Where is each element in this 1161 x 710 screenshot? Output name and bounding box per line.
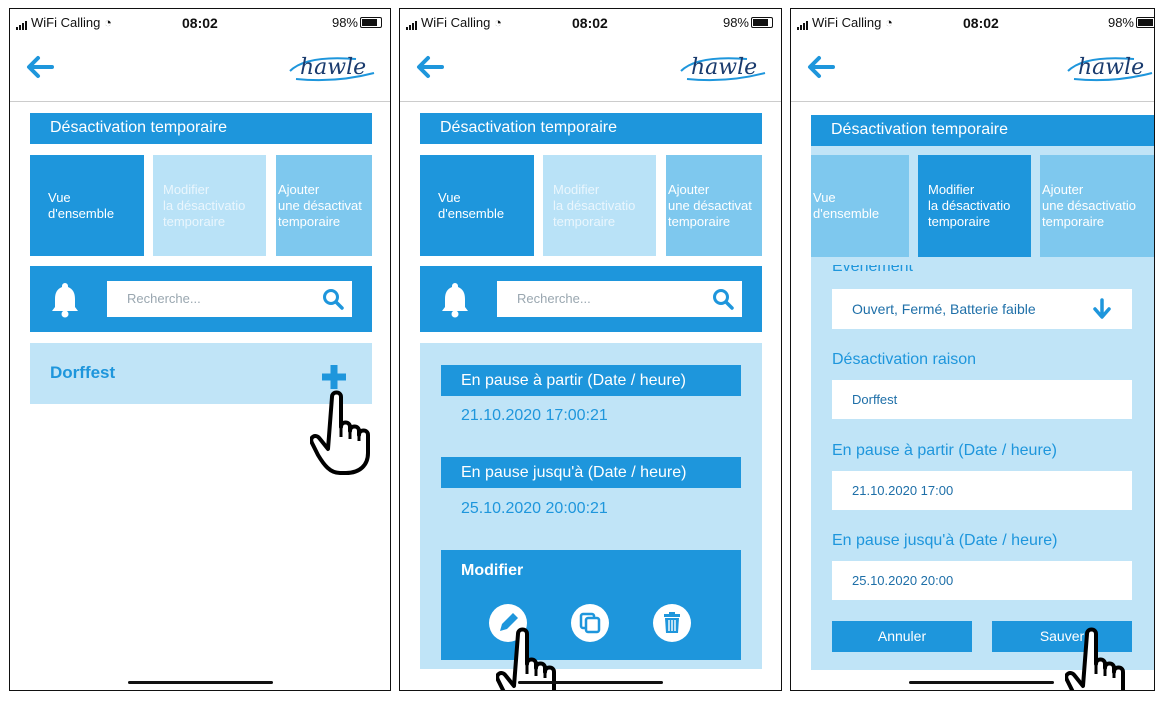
until-value: 25.10.2020 20:00 <box>852 573 954 588</box>
bell-icon[interactable] <box>440 280 470 318</box>
section-title: Désactivation temporaire <box>30 113 372 144</box>
form-scroll: Evénement Ouvert, Fermé, Batterie faible… <box>811 265 1154 675</box>
tab-modify-label: Modifier la désactivatio temporaire <box>163 181 246 229</box>
phone-screen-overview: WiFi Calling ◔ 08:02 98% hawle Désactiva… <box>9 8 391 691</box>
signal-icon <box>406 15 418 30</box>
carrier-label: WiFi Calling <box>421 15 491 30</box>
hawle-logo: hawle <box>1064 47 1154 87</box>
bell-icon[interactable] <box>50 280 80 318</box>
status-bar: WiFi Calling ◔ 08:02 98% <box>400 9 781 37</box>
tab-add[interactable]: Ajouter une désactivat temporaire <box>276 155 372 256</box>
tab-modify[interactable]: Modifier la désactivatio temporaire <box>918 155 1031 257</box>
signal-icon <box>16 15 28 30</box>
carrier-label: WiFi Calling <box>31 15 101 30</box>
arrow-down-icon[interactable] <box>1092 298 1112 320</box>
copy-icon[interactable] <box>571 604 609 642</box>
search-icon[interactable] <box>322 288 344 310</box>
tab-overview-label: Vue d'ensemble <box>48 189 115 221</box>
cancel-button[interactable]: Annuler <box>832 621 972 652</box>
reason-value: Dorffest <box>852 392 898 407</box>
hand-pointer-icon <box>310 390 370 475</box>
list-item-name: Dorffest <box>50 363 116 382</box>
home-indicator <box>128 681 273 684</box>
wifi-icon: ◔ <box>493 15 502 30</box>
hand-pointer-icon <box>1065 627 1125 690</box>
arrow-left-icon[interactable] <box>805 51 837 83</box>
tab-overview-label: Vue d'ensemble <box>438 189 505 221</box>
tab-overview[interactable]: Vue d'ensemble <box>420 155 534 256</box>
until-value: 25.10.2020 20:00:21 <box>461 500 608 517</box>
from-field[interactable]: 21.10.2020 17:00 <box>832 471 1132 510</box>
search-placeholder: Recherche... <box>127 291 201 306</box>
tab-modify-label: Modifier la désactivatio temporaire <box>928 182 1011 229</box>
event-label: Evénement <box>832 265 913 275</box>
battery-icon <box>1136 17 1154 28</box>
carrier-label: WiFi Calling <box>812 15 882 30</box>
tab-modify[interactable]: Modifier la désactivatio temporaire <box>153 155 266 256</box>
search-placeholder: Recherche... <box>517 291 591 306</box>
clock: 08:02 <box>182 15 218 31</box>
logo-text: hawle <box>1078 55 1144 80</box>
battery-percent: 98% <box>722 15 749 30</box>
app-header: hawle <box>10 39 390 102</box>
battery-percent: 98% <box>331 15 358 30</box>
plus-icon[interactable] <box>320 363 348 391</box>
status-bar: WiFi Calling ◔ 08:02 98% <box>791 9 1154 37</box>
tab-add[interactable]: Ajouter une désactivatio temporaire <box>1040 155 1154 257</box>
from-label: En pause à partir (Date / heure) <box>832 442 1058 459</box>
tab-modify-label: Modifier la désactivatio temporaire <box>553 181 636 229</box>
app-header: hawle <box>791 39 1154 102</box>
phone-screen-edit: WiFi Calling ◔ 08:02 98% hawle Désactiva… <box>790 8 1155 691</box>
clock: 08:02 <box>572 15 608 31</box>
search-input[interactable]: Recherche... <box>497 281 742 317</box>
trash-icon[interactable] <box>653 604 691 642</box>
arrow-left-icon[interactable] <box>414 51 446 83</box>
battery-icon <box>360 17 382 28</box>
modify-box: Modifier <box>441 550 741 660</box>
battery-percent: 98% <box>1107 15 1134 30</box>
battery-icon <box>751 17 773 28</box>
search-input[interactable]: Recherche... <box>107 281 352 317</box>
clock: 08:02 <box>963 15 999 31</box>
tab-overview-label: Vue d'ensemble <box>813 190 880 221</box>
tab-add[interactable]: Ajouter une désactivat temporaire <box>666 155 762 256</box>
app-header: hawle <box>400 39 781 102</box>
section-title: Désactivation temporaire <box>811 115 1154 146</box>
hawle-logo: hawle <box>286 47 376 87</box>
signal-icon <box>797 15 809 30</box>
phone-screen-details: WiFi Calling ◔ 08:02 98% hawle Désactiva… <box>399 8 782 691</box>
tab-add-label: Ajouter une désactivatio temporaire <box>1042 182 1136 229</box>
wifi-icon: ◔ <box>103 15 112 30</box>
reason-label: Désactivation raison <box>832 351 977 368</box>
tab-add-label: Ajouter une désactivat temporaire <box>278 181 362 229</box>
tab-overview[interactable]: Vue d'ensemble <box>811 155 909 257</box>
arrow-left-icon[interactable] <box>24 51 56 83</box>
logo-text: hawle <box>300 55 366 80</box>
search-icon[interactable] <box>712 288 734 310</box>
tab-overview[interactable]: Vue d'ensemble <box>30 155 144 256</box>
home-indicator <box>518 681 663 684</box>
home-indicator <box>909 681 1054 684</box>
event-select[interactable]: Ouvert, Fermé, Batterie faible <box>832 289 1132 329</box>
tab-modify[interactable]: Modifier la désactivatio temporaire <box>543 155 656 256</box>
search-strip: Recherche... <box>30 266 372 332</box>
wifi-icon: ◔ <box>884 15 893 30</box>
search-strip: Recherche... <box>420 266 762 332</box>
until-label: En pause jusqu'à (Date / heure) <box>441 457 741 488</box>
from-value: 21.10.2020 17:00:21 <box>461 407 608 424</box>
modify-label: Modifier <box>461 562 524 579</box>
section-title: Désactivation temporaire <box>420 113 762 144</box>
logo-text: hawle <box>691 55 757 80</box>
event-value: Ouvert, Fermé, Batterie faible <box>852 301 1036 317</box>
from-label: En pause à partir (Date / heure) <box>441 365 741 396</box>
reason-field[interactable]: Dorffest <box>832 380 1132 419</box>
until-label: En pause jusqu'à (Date / heure) <box>832 532 1058 549</box>
detail-panel: En pause à partir (Date / heure) 21.10.2… <box>420 343 762 669</box>
status-bar: WiFi Calling ◔ 08:02 98% <box>10 9 390 37</box>
tab-add-label: Ajouter une désactivat temporaire <box>668 181 752 229</box>
from-value: 21.10.2020 17:00 <box>852 483 954 498</box>
until-field[interactable]: 25.10.2020 20:00 <box>832 561 1132 600</box>
hawle-logo: hawle <box>677 47 767 87</box>
